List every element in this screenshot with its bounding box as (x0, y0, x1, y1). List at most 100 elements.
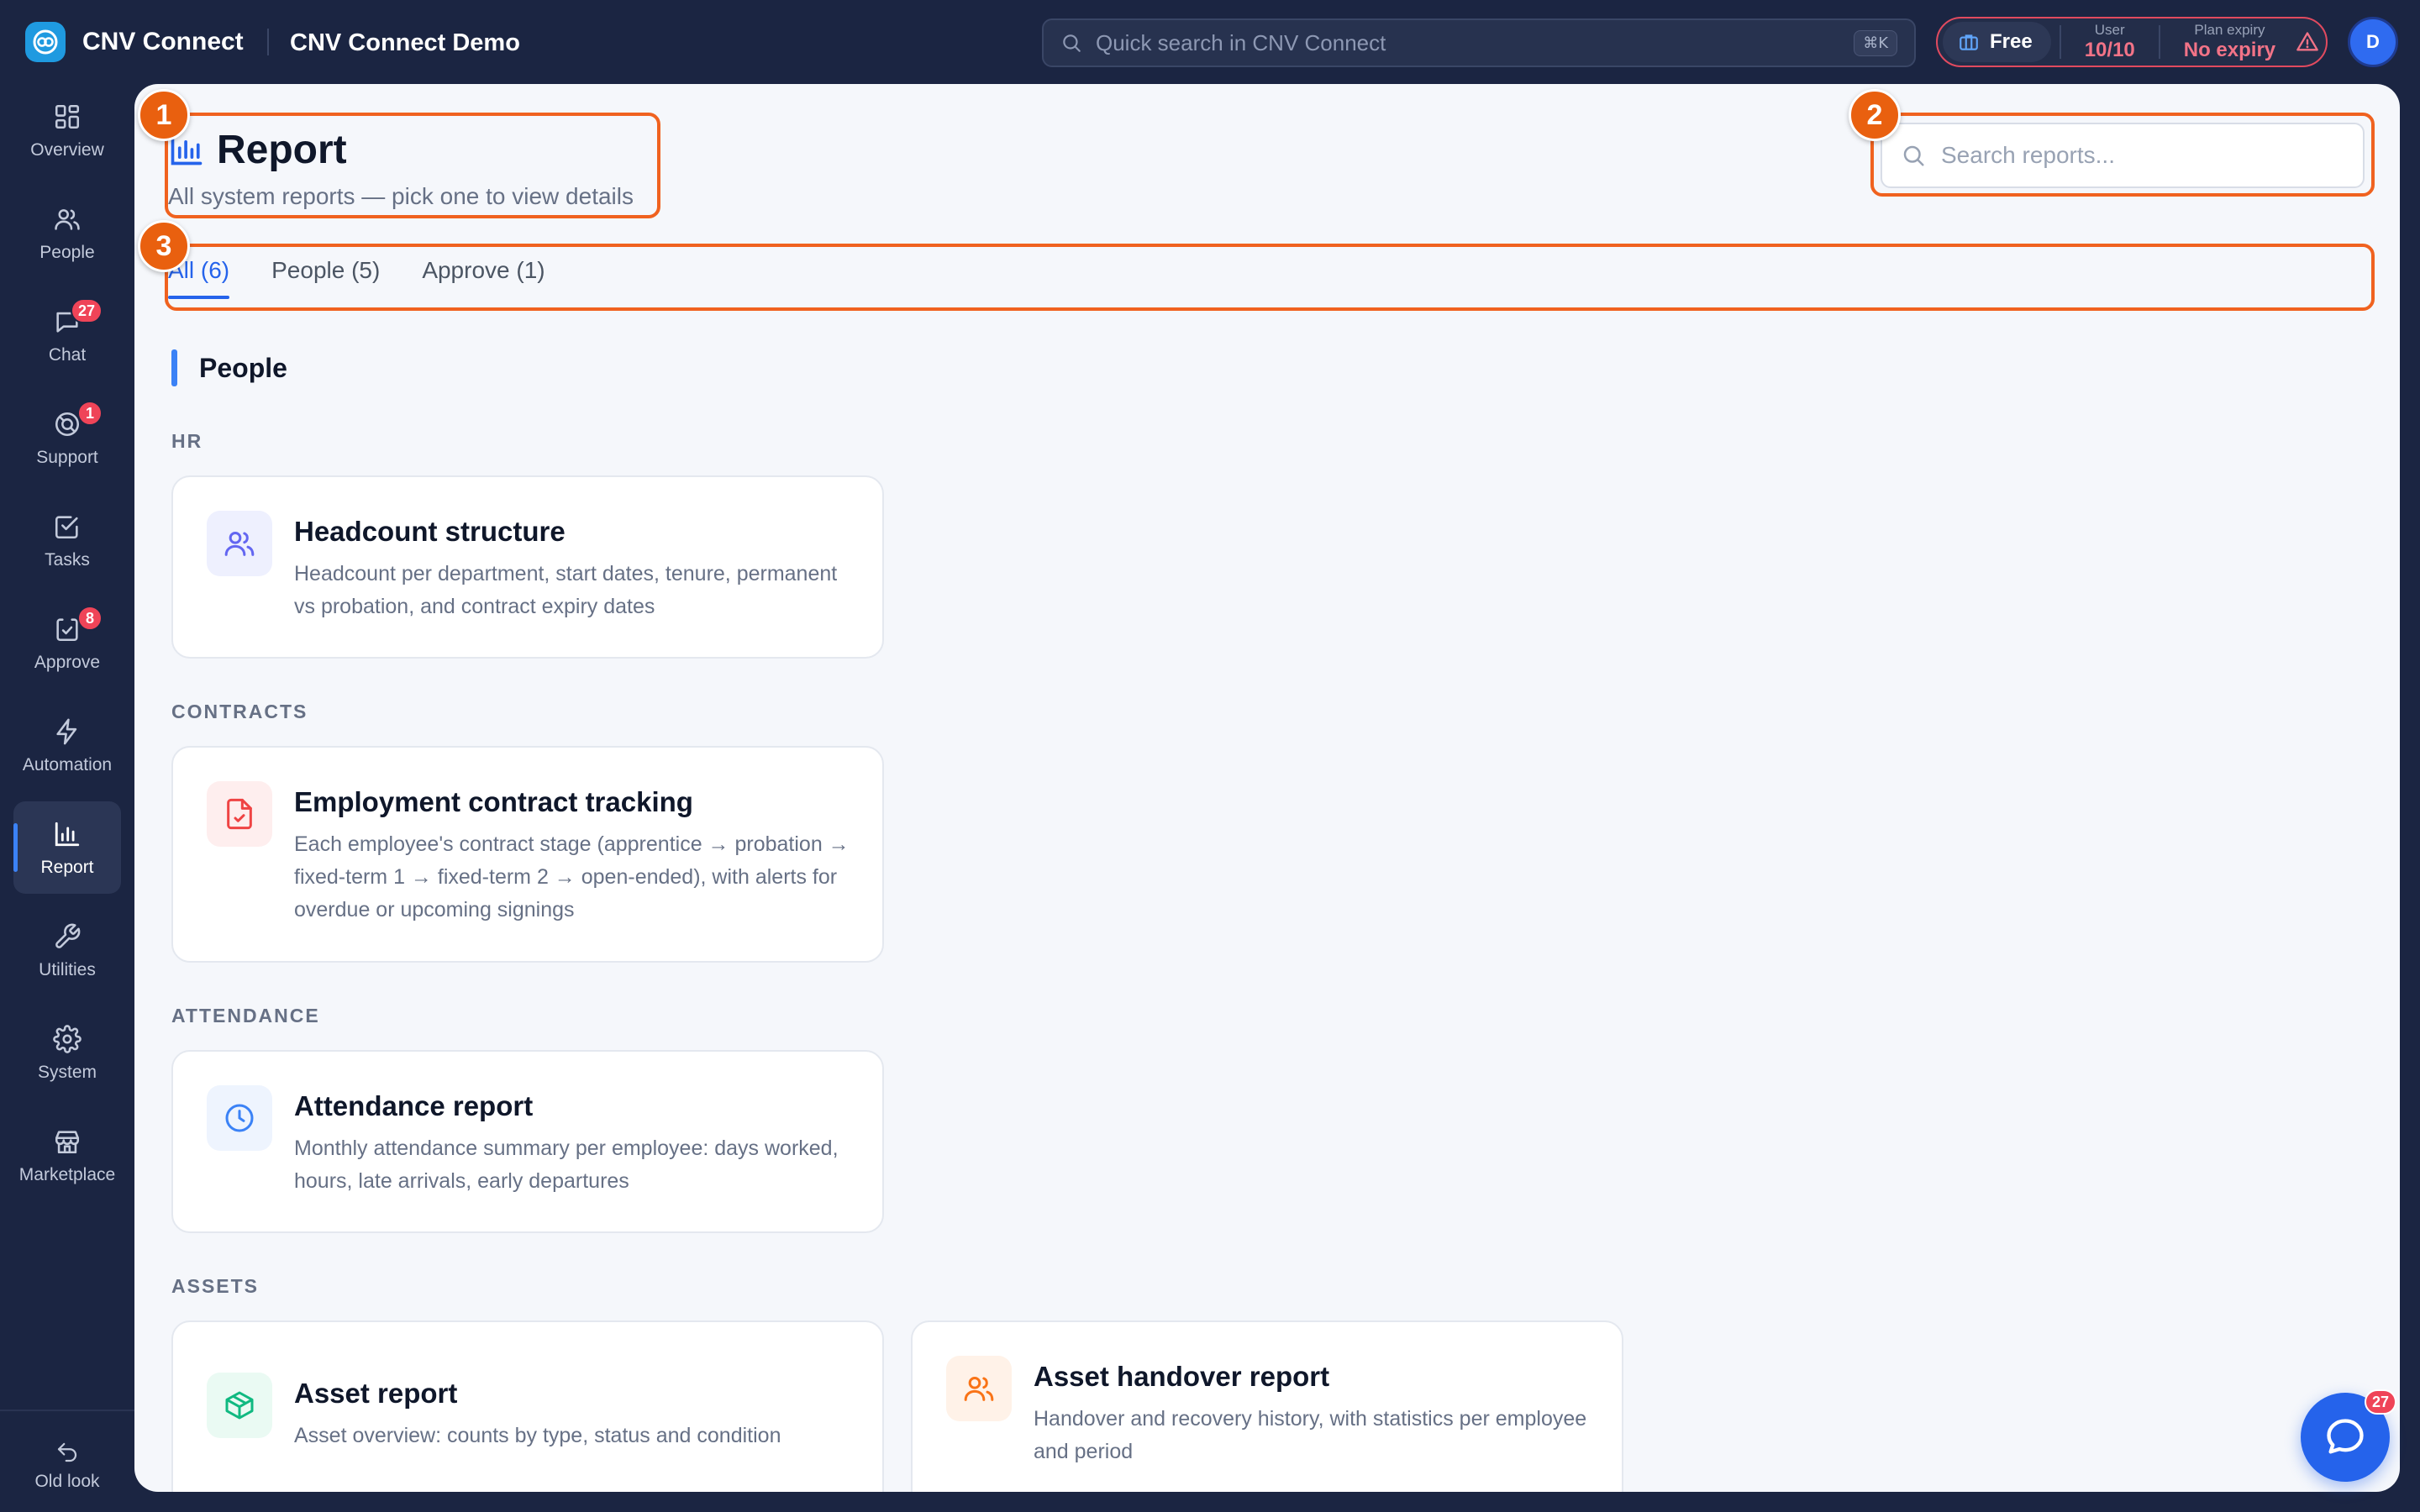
card-title: Employment contract tracking (294, 786, 693, 817)
section-title: People (199, 352, 287, 383)
sidebar-item-label: Approve (34, 653, 101, 672)
sidebar-item-label: People (39, 243, 95, 262)
card-description: Headcount per department, start dates, t… (294, 562, 838, 618)
divider (2059, 25, 2061, 59)
sidebar-item-report[interactable]: Report (13, 801, 121, 894)
sidebar-item-marketplace[interactable]: Marketplace (13, 1109, 121, 1201)
annotation-marker-2: 2 (1849, 89, 1901, 141)
quick-search-placeholder: Quick search in CNV Connect (1096, 29, 1386, 55)
quick-search[interactable]: Quick search in CNV Connect ⌘K (1042, 18, 1916, 67)
card-title: Asset handover report (1034, 1361, 1330, 1392)
warning-icon (2296, 32, 2318, 51)
approve-icon: 8 (50, 606, 103, 646)
report-card-contract-tracking[interactable]: Employment contract tracking Each employ… (171, 746, 884, 963)
report-card-asset-handover[interactable]: Asset handover report Handover and recov… (911, 1320, 1623, 1492)
app-logo[interactable] (25, 22, 66, 62)
section-header: People (171, 349, 287, 386)
sidebar-item-chat[interactable]: 27 Chat (13, 289, 121, 381)
people-icon (50, 202, 84, 236)
sidebar-item-approve[interactable]: 8 Approve (13, 596, 121, 689)
report-card-headcount[interactable]: Headcount structure Headcount per depart… (171, 475, 884, 659)
workspace-name[interactable]: CNV Connect Demo (290, 26, 520, 60)
card-description: Monthly attendance summary per employee:… (294, 1137, 839, 1193)
group-label-assets: ASSETS (171, 1275, 260, 1297)
report-card-asset[interactable]: Asset report Asset overview: counts by t… (171, 1320, 884, 1492)
group-label-hr: HR (171, 430, 203, 452)
logo-icon (33, 29, 58, 55)
old-look-label: Old look (34, 1472, 100, 1491)
people-icon (946, 1356, 1012, 1421)
sidebar: Overview People 27 Chat 1 Support Tasks … (0, 84, 134, 1512)
annotation-marker-3: 3 (138, 220, 190, 272)
search-icon (1063, 34, 1081, 52)
sidebar-item-label: Automation (22, 755, 113, 774)
plan-expiry-value: No expiry (2183, 39, 2276, 61)
plan-name: Free (1990, 30, 2033, 53)
card-description: Each employee's contract stage (apprenti… (294, 832, 850, 921)
sidebar-item-label: Utilities (39, 960, 96, 979)
top-bar: CNV Connect CNV Connect Demo Quick searc… (0, 0, 2420, 84)
sidebar-item-label: Report (40, 858, 94, 877)
notification-badge: 27 (2364, 1389, 2396, 1415)
sidebar-item-utilities[interactable]: Utilities (13, 904, 121, 996)
clock-icon (207, 1085, 272, 1151)
chat-fab-button[interactable]: 27 (2301, 1389, 2396, 1482)
sidebar-item-people[interactable]: People (13, 186, 121, 279)
shortcut-hint: ⌘K (1854, 29, 1897, 56)
brand-name: CNV Connect (82, 28, 244, 55)
report-card-attendance[interactable]: Attendance report Monthly attendance sum… (171, 1050, 884, 1233)
card-title: Asset report (294, 1378, 458, 1409)
chat-icon: 27 (50, 298, 103, 339)
user-avatar[interactable]: D (2348, 17, 2398, 67)
check-square-icon (50, 510, 84, 543)
sidebar-item-support[interactable]: 1 Support (13, 391, 121, 484)
people-icon (207, 511, 272, 576)
sidebar-item-tasks[interactable]: Tasks (13, 494, 121, 586)
sidebar-item-label: System (37, 1063, 97, 1082)
sidebar-item-automation[interactable]: Automation (13, 699, 121, 791)
divider (0, 1410, 134, 1411)
undo-icon (55, 1440, 80, 1465)
notification-badge: 27 (70, 298, 103, 323)
card-title: Attendance report (294, 1090, 534, 1121)
group-label-attendance: ATTENDANCE (171, 1005, 320, 1026)
plan-expiry-label: Plan expiry (2194, 22, 2265, 38)
gear-icon (50, 1022, 84, 1056)
sidebar-item-label: Tasks (45, 550, 90, 570)
wrench-icon (50, 920, 84, 953)
sidebar-item-label: Support (36, 448, 98, 467)
user-quota-value: 10/10 (2084, 39, 2135, 61)
sidebar-item-label: Marketplace (18, 1165, 116, 1184)
bar-chart-icon (50, 817, 84, 851)
main-content: Report All system reports — pick one to … (134, 84, 2400, 1492)
sidebar-item-label: Chat (48, 345, 87, 365)
plan-badge[interactable]: Free (1943, 22, 2051, 62)
plan-expiry: Plan expiry No expiry (2169, 22, 2291, 62)
plan-status[interactable]: Free User 10/10 Plan expiry No expiry (1936, 17, 2328, 67)
divider (267, 29, 269, 55)
sidebar-item-label: Overview (30, 140, 104, 160)
section-accent-bar (171, 349, 177, 386)
notification-badge: 8 (77, 606, 103, 631)
divider (2158, 25, 2160, 59)
sidebar-item-system[interactable]: System (13, 1006, 121, 1099)
group-label-contracts: CONTRACTS (171, 701, 308, 722)
card-title: Headcount structure (294, 516, 566, 547)
support-icon: 1 (50, 401, 103, 441)
store-icon (50, 1125, 84, 1158)
notification-badge: 1 (77, 401, 103, 426)
file-check-icon (207, 781, 272, 847)
lightning-icon (50, 715, 84, 748)
card-description: Handover and recovery history, with stat… (1034, 1407, 1587, 1463)
sidebar-item-overview[interactable]: Overview (13, 84, 121, 176)
user-quota: User 10/10 (2070, 22, 2150, 62)
briefcase-icon (1960, 34, 1978, 50)
chat-bubble-icon (2327, 1419, 2364, 1454)
user-quota-label: User (2094, 22, 2125, 38)
annotation-box-1 (165, 113, 660, 218)
grid-icon (50, 100, 84, 134)
annotation-marker-1: 1 (138, 89, 190, 141)
annotation-box-2 (1870, 113, 2375, 197)
old-look-button[interactable]: Old look (13, 1428, 121, 1504)
annotation-box-3 (165, 244, 2375, 311)
